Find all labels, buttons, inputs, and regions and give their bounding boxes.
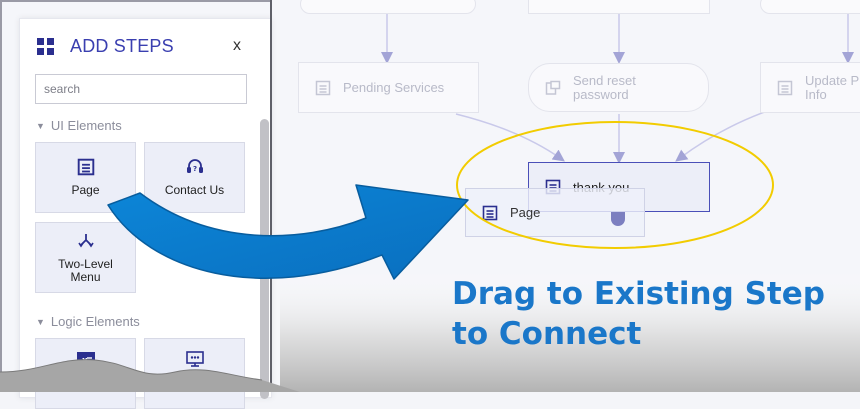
grid-icon <box>37 38 54 55</box>
tile-label-line1: Two-Level <box>58 256 113 271</box>
flow-node-pending-services[interactable]: Pending Services <box>298 62 479 113</box>
caret-down-icon: ▼ <box>36 120 45 131</box>
callout-line1: Drag to Existing Step <box>452 276 825 312</box>
page-icon <box>482 205 498 220</box>
tile-page[interactable]: Page <box>35 142 136 213</box>
frame-top-edge <box>0 0 272 2</box>
caret-down-icon: ▼ <box>36 316 45 327</box>
search-input[interactable] <box>35 74 247 104</box>
close-button[interactable]: x <box>233 37 241 55</box>
flow-node-send-reset-password[interactable]: Send reset password <box>528 63 709 112</box>
callout-line2: to Connect <box>452 316 642 352</box>
node-label-line1: Send reset <box>573 72 636 88</box>
sms-icon <box>545 80 561 95</box>
page-icon <box>777 80 793 95</box>
partial-node-top-middle[interactable] <box>528 0 710 14</box>
node-label-line2: Info <box>805 86 827 102</box>
node-label: Pending Services <box>343 80 445 95</box>
connector-handle[interactable] <box>611 212 625 226</box>
page-icon <box>315 80 331 95</box>
partial-node-top-left[interactable] <box>300 0 476 14</box>
section-ui-elements[interactable]: ▼ UI Elements <box>36 118 122 133</box>
page-icon <box>77 158 94 176</box>
callout-text: Drag to Existing Step to Connect <box>452 274 825 354</box>
partial-node-top-right[interactable] <box>760 0 860 14</box>
tile-label: Contact Us <box>164 183 225 197</box>
tile-label-line2: Menu <box>70 269 101 284</box>
tile-contact-us[interactable]: ? Contact Us <box>144 142 245 213</box>
section-label: Logic Elements <box>50 314 140 329</box>
panel-title: ADD STEPS <box>70 36 174 56</box>
node-label: Page <box>510 205 541 220</box>
section-label: UI Elements <box>50 118 122 133</box>
svg-text:?: ? <box>192 165 196 173</box>
branch-icon <box>77 233 94 247</box>
headset-icon: ? <box>186 159 203 173</box>
section-logic-elements[interactable]: ▼ Logic Elements <box>36 314 140 329</box>
flow-node-update-info[interactable]: Update P Info <box>760 62 860 113</box>
tile-label: Page <box>71 183 100 197</box>
torn-edge <box>0 359 300 392</box>
tile-two-level-menu[interactable]: Two-Level Menu <box>35 222 136 293</box>
node-label-line2: password <box>573 86 629 102</box>
node-label-line1: Update P <box>805 72 860 88</box>
